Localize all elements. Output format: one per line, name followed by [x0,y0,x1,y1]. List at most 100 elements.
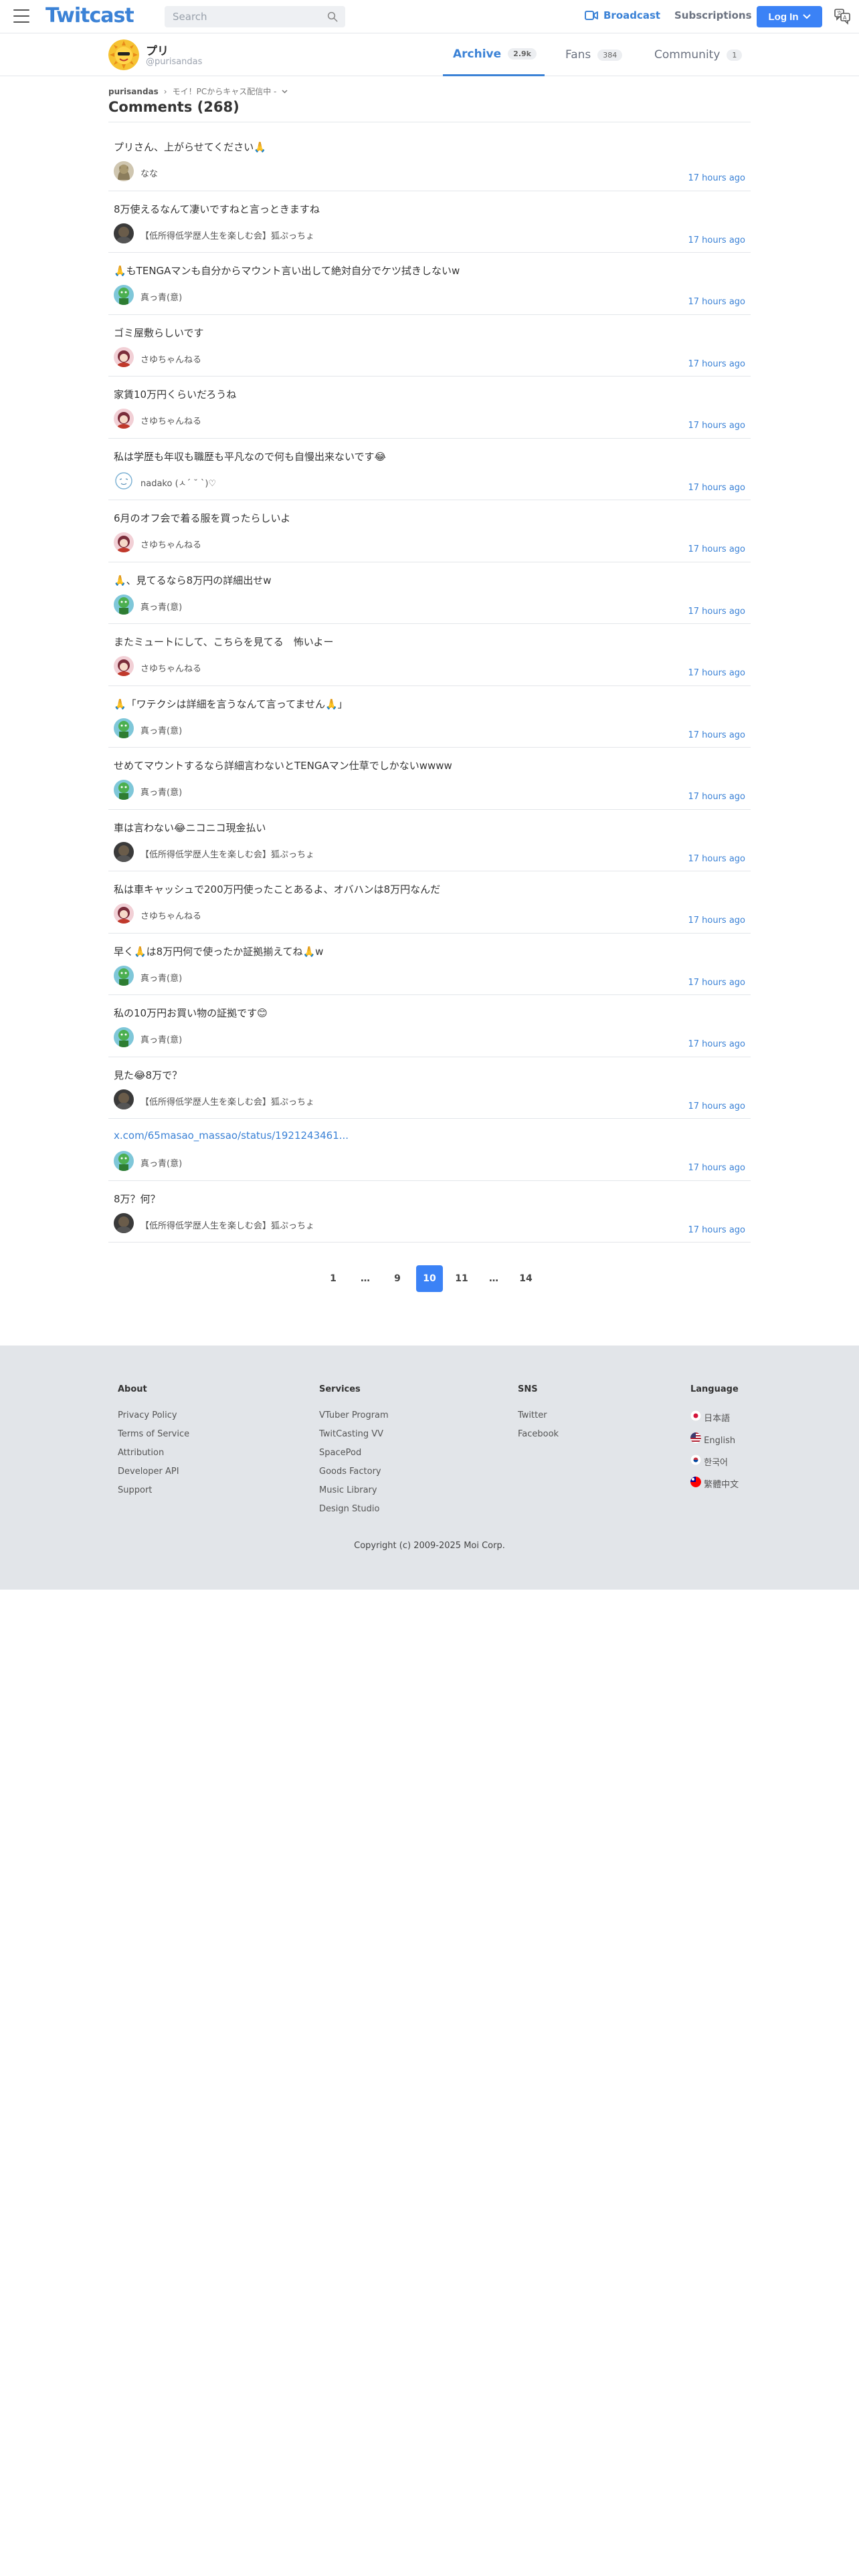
comment-timestamp[interactable]: 17 hours ago [688,359,745,369]
user-avatar[interactable] [114,780,134,800]
comment-link[interactable]: x.com/65masao_massao/status/1921243461..… [114,1130,349,1142]
user-avatar[interactable] [114,161,134,181]
comment-timestamp[interactable]: 17 hours ago [688,1225,745,1235]
user-avatar[interactable] [114,470,134,491]
subscriptions-link[interactable]: Subscriptions [674,9,752,21]
comment-timestamp[interactable]: 17 hours ago [688,483,745,493]
comment-timestamp[interactable]: 17 hours ago [688,854,745,864]
language-english[interactable]: English [690,1432,739,1446]
user-avatar[interactable] [114,1089,134,1109]
footer-link[interactable]: TwitCasting VV [319,1429,389,1439]
comment-timestamp[interactable]: 17 hours ago [688,978,745,988]
tab-community[interactable]: Community 1 [654,33,743,76]
comment-username[interactable]: 真っ青(意) [140,290,182,303]
comment-username[interactable]: なな [140,167,158,179]
footer-link[interactable]: Developer API [118,1467,189,1477]
user-avatar[interactable] [114,718,134,738]
comment-timestamp[interactable]: 17 hours ago [688,1039,745,1049]
footer-link[interactable]: Music Library [319,1485,389,1495]
language-korean[interactable]: 한국어 [690,1455,739,1468]
comment-username[interactable]: 真っ青(意) [140,724,182,736]
tab-label: Community [654,48,721,62]
comment-item: 🙏もTENGAマンも自分からマウント言い出して絶対自分でケツ拭きしないw 真っ青(… [108,253,751,315]
footer-link[interactable]: SpacePod [319,1448,389,1458]
comment-timestamp[interactable]: 17 hours ago [688,792,745,802]
search-input[interactable] [165,6,318,27]
breadcrumb-user[interactable]: purisandas [108,87,159,96]
chevron-down-icon[interactable] [282,89,288,94]
tab-fans[interactable]: Fans 384 [565,33,623,76]
user-avatar[interactable] [114,285,134,305]
comment-username[interactable]: nadako (ㅅ´ ˘ `)♡ [140,476,216,489]
comment-timestamp[interactable]: 17 hours ago [688,1163,745,1173]
comment-username[interactable]: 【低所得低学歴人生を楽しむ会】狐ぷっちょ [140,1095,314,1107]
user-avatar[interactable] [114,656,134,676]
comment-timestamp[interactable]: 17 hours ago [688,235,745,245]
footer-sns: SNS Twitter Facebook [518,1384,559,1448]
page-9-button[interactable]: 9 [384,1265,411,1292]
comment-item: またミュートにして、こちらを見てる 怖いよー さゆちゃんねる 17 hours ag… [108,624,751,686]
login-button[interactable]: Log In [757,6,822,27]
comment-username[interactable]: 【低所得低学歴人生を楽しむ会】狐ぷっちょ [140,229,314,241]
comment-username[interactable]: さゆちゃんねる [140,909,201,922]
user-avatar[interactable] [114,532,134,552]
user-avatar[interactable] [114,346,134,367]
comment-username[interactable]: 真っ青(意) [140,1156,182,1169]
language-japanese[interactable]: 日本語 [690,1410,739,1424]
comment-username[interactable]: さゆちゃんねる [140,661,201,674]
comment-timestamp[interactable]: 17 hours ago [688,1101,745,1111]
breadcrumb-movie[interactable]: モイ！PCからキャス配信中 - [173,86,277,97]
footer-link[interactable]: Design Studio [319,1504,389,1514]
footer-link[interactable]: Support [118,1485,189,1495]
broadcast-button[interactable]: Broadcast [585,9,660,21]
user-avatar[interactable] [114,965,134,986]
menu-icon[interactable] [13,9,29,23]
tab-archive[interactable]: Archive 2.9k [443,33,545,76]
profile-name[interactable]: プリ [146,41,169,58]
comment-timestamp[interactable]: 17 hours ago [688,730,745,740]
comment-text: 見た😂8万で？ [114,1069,183,1081]
language-icon[interactable]: A 文 [834,7,851,25]
comment-timestamp[interactable]: 17 hours ago [688,668,745,678]
comment-timestamp[interactable]: 17 hours ago [688,421,745,431]
comment-timestamp[interactable]: 17 hours ago [688,173,745,183]
comment-timestamp[interactable]: 17 hours ago [688,297,745,307]
footer-link[interactable]: Attribution [118,1448,189,1458]
footer-link[interactable]: VTuber Program [319,1410,389,1420]
page-14-button[interactable]: 14 [512,1265,539,1292]
footer-link[interactable]: Facebook [518,1429,559,1439]
comment-timestamp[interactable]: 17 hours ago [688,544,745,554]
user-avatar[interactable] [114,223,134,243]
twitcast-logo[interactable]: Twitcast [45,4,134,27]
page-1-button[interactable]: 1 [320,1265,347,1292]
user-avatar[interactable] [114,594,134,615]
search-icon[interactable] [326,11,339,23]
page-10-button[interactable]: 10 [416,1265,443,1292]
page-11-button[interactable]: 11 [448,1265,475,1292]
footer-link[interactable]: Twitter [518,1410,559,1420]
footer-link[interactable]: Goods Factory [319,1467,389,1477]
user-avatar[interactable] [114,1212,134,1233]
user-avatar[interactable] [114,1151,134,1171]
comment-username[interactable]: さゆちゃんねる [140,352,201,365]
comment-username[interactable]: さゆちゃんねる [140,538,201,550]
comment-username[interactable]: 【低所得低学歴人生を楽しむ会】狐ぷっちょ [140,1218,314,1231]
profile-avatar[interactable] [108,39,139,70]
footer-link[interactable]: Terms of Service [118,1429,189,1439]
user-avatar[interactable] [114,409,134,429]
language-traditional-chinese[interactable]: 繁體中文 [690,1477,739,1490]
user-avatar[interactable] [114,1027,134,1047]
footer-link[interactable]: Privacy Policy [118,1410,189,1420]
comment-username[interactable]: さゆちゃんねる [140,414,201,427]
comment-text: せめてマウントするなら詳細言わないとTENGAマン仕草でしかないwwww [114,760,452,772]
comment-timestamp[interactable]: 17 hours ago [688,916,745,926]
comment-timestamp[interactable]: 17 hours ago [688,607,745,617]
comment-username[interactable]: 真っ青(意) [140,785,182,798]
user-avatar[interactable] [114,903,134,924]
comment-username[interactable]: 真っ青(意) [140,600,182,613]
comment-text: 早く🙏は8万円何で使ったか証拠揃えてね🙏w [114,945,324,958]
comment-username[interactable]: 真っ青(意) [140,971,182,984]
user-avatar[interactable] [114,841,134,862]
comment-username[interactable]: 【低所得低学歴人生を楽しむ会】狐ぷっちょ [140,847,314,860]
comment-username[interactable]: 真っ青(意) [140,1033,182,1045]
